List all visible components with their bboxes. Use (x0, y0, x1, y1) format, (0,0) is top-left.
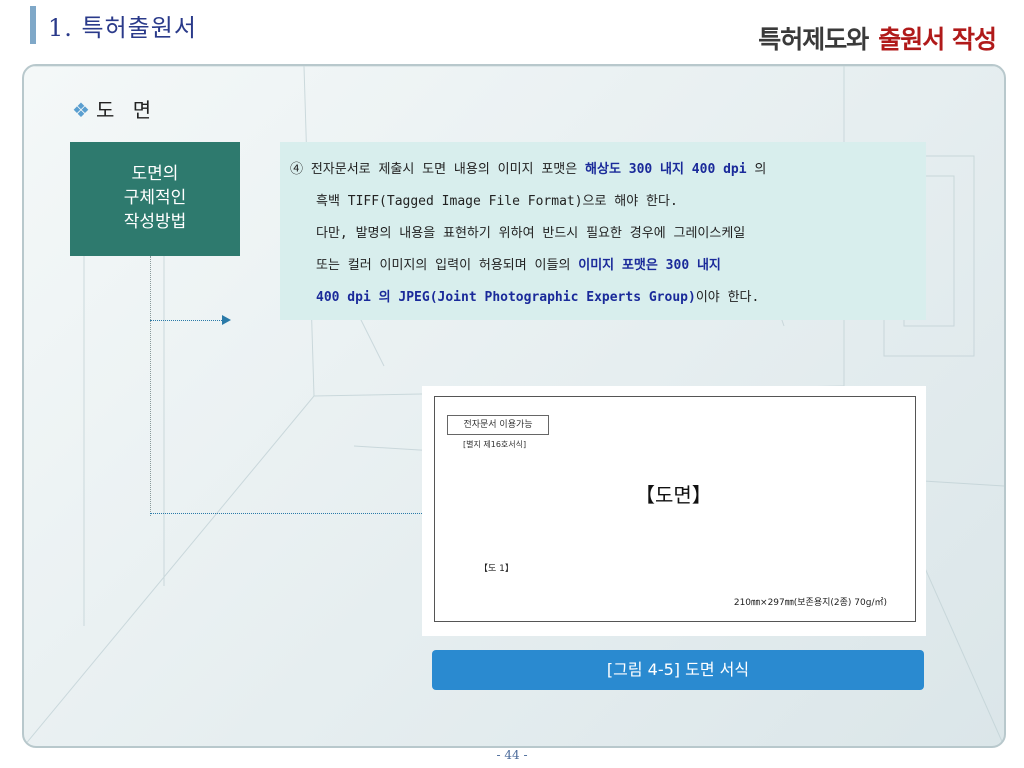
description-line-5: 400 dpi 의 JPEG(Joint Photographic Expert… (316, 290, 760, 305)
drawing-form-sheet: 전자문서 이용가능 [별지 제16호서식] 【도면】 【도 1】 210㎜×29… (434, 396, 916, 622)
method-line-2: 구체적인 (123, 188, 187, 208)
header-accent-bar (30, 6, 36, 44)
form-number: [별지 제16호서식] (463, 440, 527, 449)
arrow-right-icon (222, 315, 231, 325)
page-title: 1. 특허출원서 (48, 14, 197, 42)
description-box: ④ 전자문서로 제출시 도면 내용의 이미지 포맷은 해상도 300 내지 40… (280, 142, 926, 320)
description-line-3: 다만, 발명의 내용을 표현하기 위하여 반드시 필요한 경우에 그레이스케일 (316, 226, 746, 241)
paper-size-note: 210㎜×297㎜(보존용지(2종) 70g/㎡) (733, 598, 887, 608)
heading-part-2: 출원서 작성 (878, 25, 997, 54)
figure-caption: [그림 4-5] 도면 서식 (432, 650, 924, 690)
section-title: ❖ 도 면 (72, 94, 157, 123)
description-line-4: 또는 컬러 이미지의 입력이 허용되며 이들의 이미지 포맷은 300 내지 (316, 258, 721, 273)
method-label-box: 도면의 구체적인 작성방법 (70, 142, 240, 256)
connector-vertical-line (150, 256, 151, 516)
content-panel: ❖ 도 면 도면의 구체적인 작성방법 ④ 전자문서로 제출시 도면 내용의 이미… (22, 64, 1006, 748)
drawing-title: 【도면】 (635, 483, 712, 507)
description-line-2: 흑백 TIFF(Tagged Image File Format)으로 해야 한… (316, 194, 678, 209)
diamond-cluster-icon: ❖ (72, 98, 90, 122)
connector-line-to-text (150, 320, 222, 321)
figure-image: 전자문서 이용가능 [별지 제16호서식] 【도면】 【도 1】 210㎜×29… (422, 386, 926, 636)
method-line-1: 도면의 (131, 164, 179, 184)
section-title-text: 도 면 (95, 98, 158, 122)
drawing-reference: 【도 1】 (479, 564, 514, 574)
electronic-doc-tag: 전자문서 이용가능 (447, 415, 549, 435)
connector-line-to-figure (150, 513, 426, 514)
slide-heading: 특허제도와 출원서 작성 (758, 20, 997, 56)
page-number: - 44 - (496, 748, 528, 762)
description-line-1: ④ 전자문서로 제출시 도면 내용의 이미지 포맷은 해상도 300 내지 40… (290, 162, 767, 177)
method-line-3: 작성방법 (123, 212, 187, 232)
heading-part-1: 특허제도와 (758, 25, 869, 54)
